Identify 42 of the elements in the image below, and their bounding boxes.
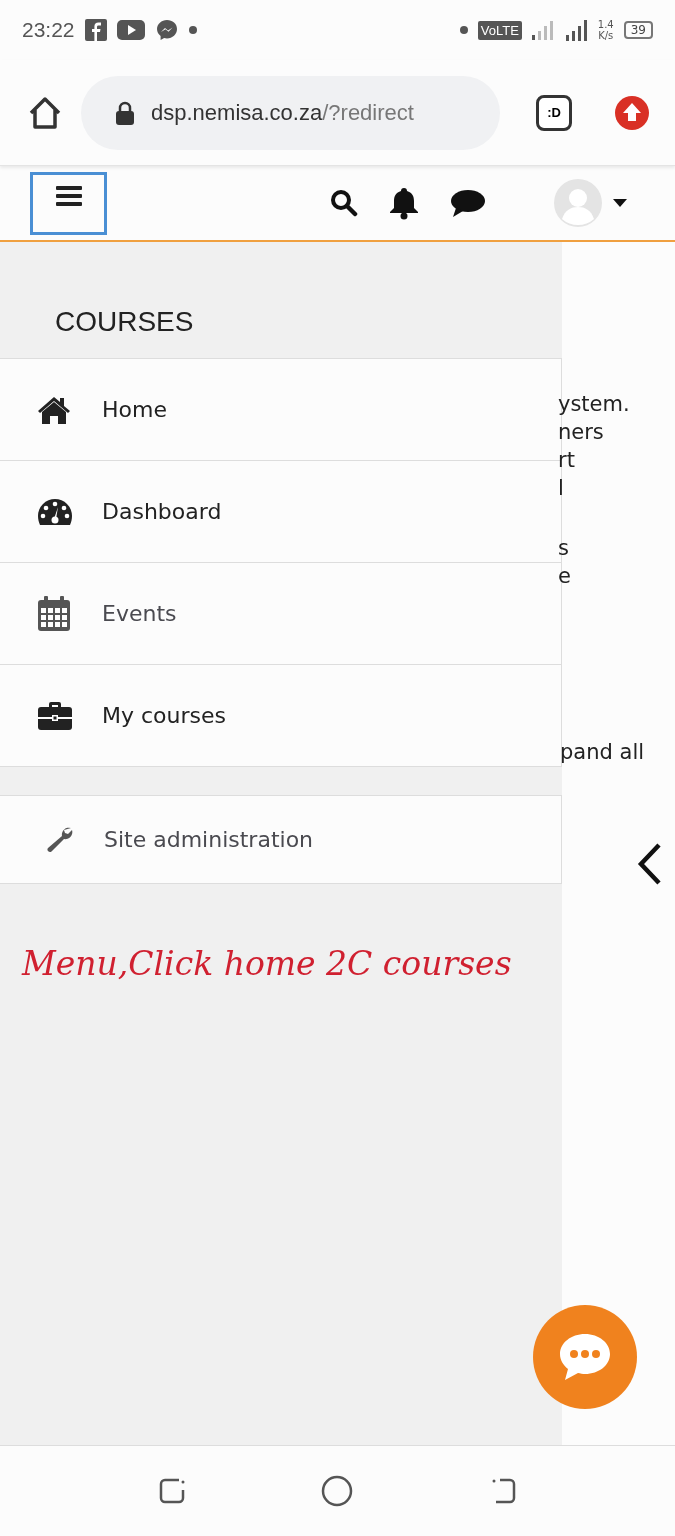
home-icon — [37, 395, 71, 424]
messenger-icon — [154, 18, 179, 42]
briefcase-icon — [37, 700, 73, 731]
menu-item[interactable]: Site administration — [0, 796, 561, 883]
upload-icon[interactable] — [614, 94, 650, 131]
bell-icon[interactable] — [388, 186, 420, 220]
dot-icon — [459, 26, 468, 34]
battery-indicator: 39 — [623, 21, 653, 39]
speech-bubble-icon — [558, 1332, 612, 1382]
chat-icon[interactable] — [450, 188, 486, 218]
expand-all-link[interactable]: pand all — [560, 740, 675, 764]
search-icon[interactable] — [330, 189, 358, 217]
dot-icon — [188, 26, 197, 34]
page-text: ners — [558, 420, 604, 444]
page-text: l — [558, 476, 564, 500]
signal-icon — [565, 18, 588, 42]
page-text: ystem. — [558, 392, 630, 416]
calendar-icon — [37, 595, 71, 632]
menu-icon — [55, 184, 82, 207]
annotation-text: Menu,Click home 2C courses — [22, 944, 513, 983]
page-text: e — [558, 564, 571, 588]
caret-icon[interactable] — [612, 198, 628, 208]
menu-item[interactable]: My courses — [0, 665, 561, 766]
drawer-heading: COURSES — [54, 305, 195, 339]
facebook-icon — [84, 19, 107, 41]
tab-switcher-button[interactable]: :D — [536, 94, 572, 131]
page-text: rt — [558, 448, 575, 472]
network-badge: VoLTE — [477, 20, 522, 40]
network-speed: 1.4 K/s — [597, 19, 614, 41]
clock: 23:22 — [22, 18, 75, 42]
lock-icon — [115, 100, 135, 125]
home-circle-icon[interactable] — [321, 1475, 354, 1507]
home-icon[interactable] — [27, 94, 63, 131]
page-text: s — [558, 536, 569, 560]
address-bar[interactable]: dsp.nemisa.co.za/?redirect — [81, 75, 500, 150]
chevron-left-icon[interactable] — [637, 842, 663, 886]
gauge-icon — [37, 497, 73, 526]
play-icon — [116, 20, 145, 40]
menu-button[interactable] — [30, 171, 107, 235]
url-text: dsp.nemisa.co.za/?redirect — [151, 99, 414, 126]
signal-icon — [531, 20, 556, 40]
wrench-icon — [45, 825, 75, 854]
